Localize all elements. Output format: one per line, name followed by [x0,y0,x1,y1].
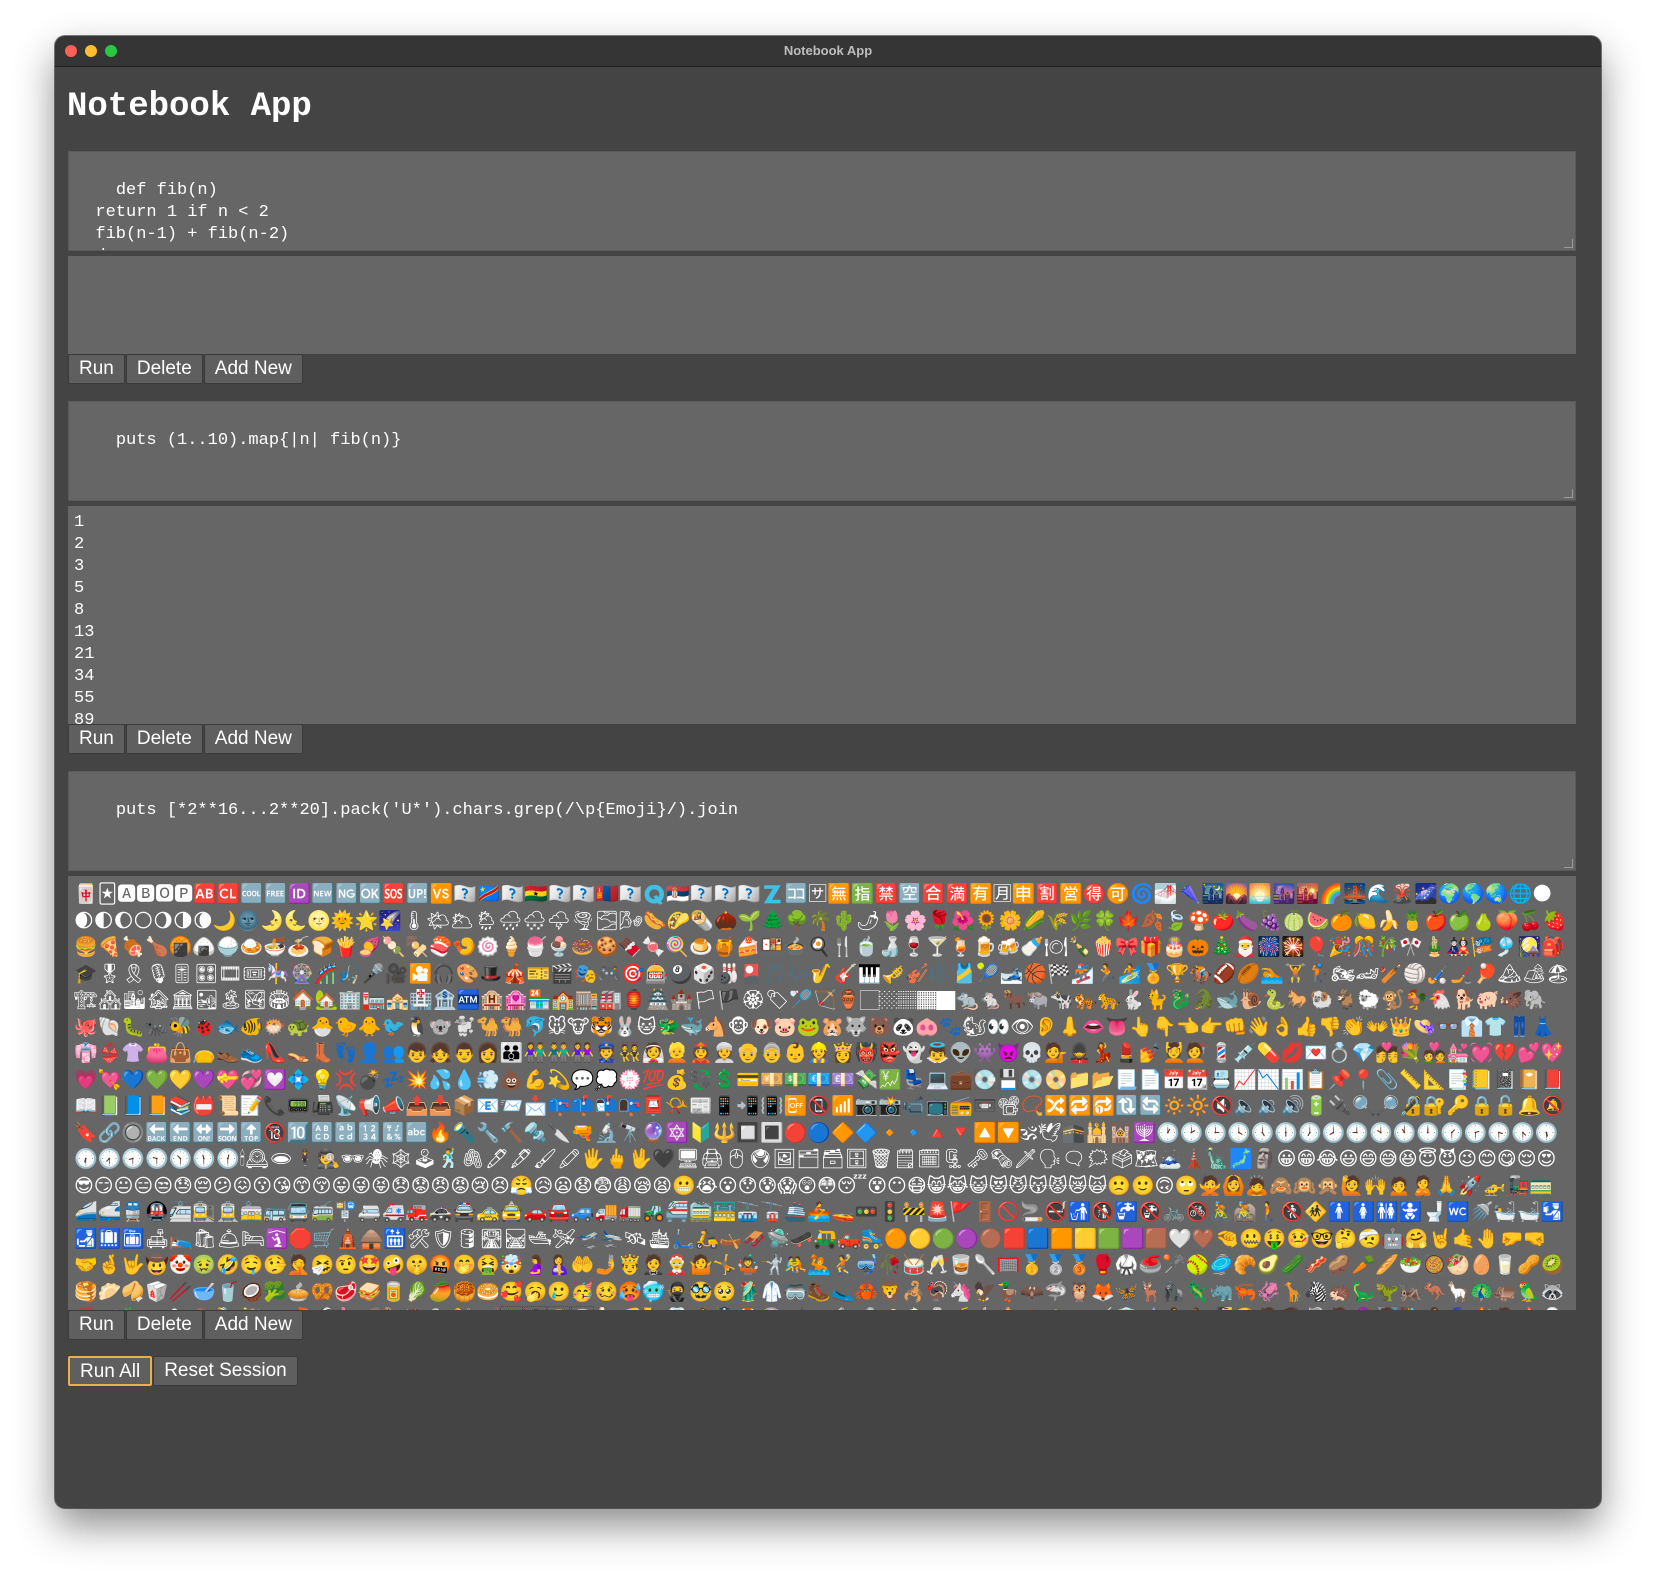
cell-3-add-new-button[interactable]: Add New [203,1310,303,1340]
resize-grip-icon[interactable] [1564,489,1573,498]
title-bar: Notebook App [55,36,1601,67]
cell-3-toolbar: Run Delete Add New [68,1310,304,1340]
cell-3-code-input[interactable]: puts [*2**16...2**20].pack('U*').chars.g… [68,771,1576,871]
cell-2-code-input[interactable]: puts (1..10).map{|n| fib(n)} [68,401,1576,501]
resize-grip-icon[interactable] [1564,239,1573,248]
cell-1-code-input[interactable]: def fib(n) return 1 if n < 2 fib(n-1) + … [68,151,1576,251]
cell-3-code-text: puts [*2**16...2**20].pack('U*').chars.g… [115,801,739,820]
cell-3-output: 🀄🃏🅰🅱🅾🅿🆎🆑🆒🆓🆔🆕🆖🆗🆘🆙🆚🇦🇧🇨🇩🇪🇫🇬🇭🇮🇯🇰🇱🇲🇳🇴🇵🇶🇷🇸🇹🇺🇻🇼… [68,876,1576,1310]
cell-1-run-button[interactable]: Run [68,354,125,384]
cell-1-delete-button[interactable]: Delete [125,354,203,384]
run-all-button[interactable]: Run All [68,1356,153,1386]
cell-1-add-new-button[interactable]: Add New [203,354,303,384]
reset-session-button[interactable]: Reset Session [153,1356,298,1386]
cell-3-delete-button[interactable]: Delete [125,1310,203,1340]
cell-2-toolbar: Run Delete Add New [68,724,304,754]
page-title: Notebook App [67,88,312,126]
cell-2-run-button[interactable]: Run [68,724,125,754]
resize-grip-icon[interactable] [1564,859,1573,868]
global-toolbar: Run All Reset Session [68,1356,299,1386]
cell-2-delete-button[interactable]: Delete [125,724,203,754]
cell-1-code-text: def fib(n) return 1 if n < 2 fib(n-1) + … [75,181,290,250]
cell-3-run-button[interactable]: Run [68,1310,125,1340]
cell-2-add-new-button[interactable]: Add New [203,724,303,754]
app-window: Notebook App Notebook App def fib(n) ret… [55,36,1601,1508]
cell-2-code-text: puts (1..10).map{|n| fib(n)} [115,431,402,450]
cell-1-output [68,256,1576,354]
cell-1-toolbar: Run Delete Add New [68,354,304,384]
window-title: Notebook App [783,43,873,58]
cell-2-output: 1 2 3 5 8 13 21 34 55 89 [68,506,1576,724]
